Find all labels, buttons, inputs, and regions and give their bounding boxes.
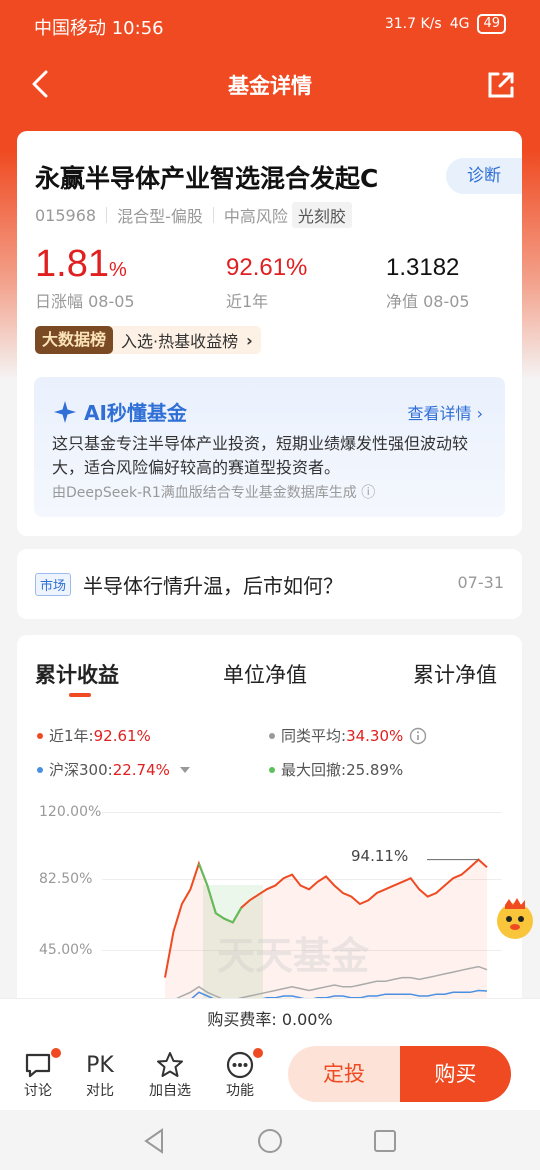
fund-type: 混合型-偏股 xyxy=(117,207,203,226)
ai-title: AI秒懂基金 xyxy=(84,401,187,425)
star-icon xyxy=(157,1052,183,1077)
discuss-button[interactable]: 讨论 xyxy=(13,1048,63,1100)
peak-annotation: 94.11% xyxy=(351,847,409,865)
add-favorite-label: 加自选 xyxy=(149,1083,191,1099)
network-type: 4G xyxy=(449,16,470,32)
nav-recents-icon[interactable] xyxy=(373,1129,397,1153)
watermark: 天天基金 xyxy=(217,934,370,978)
nav-bar: 基金详情 xyxy=(0,56,540,112)
functions-button[interactable]: 功能 xyxy=(215,1048,265,1100)
buy-button[interactable]: 购买 xyxy=(400,1046,511,1102)
nav-home-icon[interactable] xyxy=(257,1128,283,1154)
diagnose-button[interactable]: 诊断 xyxy=(446,158,522,194)
discuss-label: 讨论 xyxy=(24,1083,52,1099)
status-bar: 中国移动 10:56 31.7 K/s 4G 49 xyxy=(0,0,540,52)
more-icon xyxy=(226,1051,254,1079)
news-date: 07-31 xyxy=(457,573,505,592)
fund-tags: 015968 混合型-偏股 中高风险 光刻胶 xyxy=(35,202,352,228)
auto-invest-button[interactable]: 定投 xyxy=(288,1046,400,1102)
notification-dot xyxy=(51,1048,61,1058)
page-title: 基金详情 xyxy=(228,74,312,98)
daily-change-unit: % xyxy=(108,259,127,281)
nav-back-icon[interactable] xyxy=(142,1128,166,1154)
ai-details-link[interactable]: 查看详情 › xyxy=(408,400,484,424)
system-navigation-bar xyxy=(0,1110,540,1170)
ai-summary-box: AI秒懂基金 查看详情 › 这只基金专注半导体产业投资，短期业绩爆发性强但波动较… xyxy=(34,377,505,517)
notification-dot xyxy=(253,1048,263,1058)
mascot-icon[interactable] xyxy=(491,895,539,943)
one-year-label: 近1年 xyxy=(226,292,269,311)
compare-button[interactable]: PK 对比 xyxy=(75,1050,125,1100)
rank-text: 入选·热基收益榜 xyxy=(121,332,239,351)
chevron-right-icon: › xyxy=(246,330,253,350)
news-tag: 市场 xyxy=(35,573,72,596)
rank-badge[interactable]: 大数据榜 入选·热基收益榜 › xyxy=(35,326,261,354)
sparkle-icon xyxy=(54,400,76,423)
net-value: 1.3182 净值 08-05 xyxy=(386,254,470,312)
fund-risk: 中高风险 xyxy=(223,207,288,226)
add-favorite-button[interactable]: 加自选 xyxy=(145,1050,195,1100)
pk-icon: PK xyxy=(86,1052,114,1078)
daily-change: 1.81% 日涨幅 08-05 xyxy=(35,243,135,312)
fund-summary-card: 永赢半导体产业智选混合发起C 诊断 015968 混合型-偏股 中高风险 光刻胶… xyxy=(17,131,522,536)
net-value-number: 1.3182 xyxy=(386,254,460,281)
chat-icon xyxy=(25,1053,51,1078)
battery-indicator: 49 xyxy=(477,14,506,34)
news-card[interactable]: 市场 半导体行情升温，后市如何？ 07-31 xyxy=(17,549,522,619)
fund-name: 永赢半导体产业智选混合发起C xyxy=(35,164,379,193)
compare-label: 对比 xyxy=(86,1083,114,1099)
performance-chart-card: 累计收益 单位净值 累计净值 近1年: 92.61% 同类平均: 34.30% … xyxy=(17,635,533,1035)
share-icon[interactable] xyxy=(486,70,516,100)
ai-footnote: 由DeepSeek-R1满血版结合专业基金数据库生成 ⓘ xyxy=(52,485,376,501)
fund-concept-tag[interactable]: 光刻胶 xyxy=(291,202,352,228)
daily-change-label: 日涨幅 08-05 xyxy=(35,292,135,311)
fund-code: 015968 xyxy=(35,205,97,225)
bottom-action-bar: 讨论 PK 对比 加自选 功能 定投 购买 xyxy=(0,1040,540,1110)
rank-tag: 大数据榜 xyxy=(35,326,114,354)
daily-change-value: 1.81 xyxy=(35,243,109,285)
one-year-value: 92.61% xyxy=(226,254,308,281)
news-title: 半导体行情升温，后市如何？ xyxy=(83,574,343,598)
ai-summary-text: 这只基金专注半导体产业投资，短期业绩爆发性强但波动较大，适合风险偏好较高的赛道型… xyxy=(52,434,469,477)
net-value-label: 净值 08-05 xyxy=(386,292,470,311)
carrier-time: 中国移动 10:56 xyxy=(34,18,164,39)
functions-label: 功能 xyxy=(226,1083,254,1099)
one-year-return: 92.61% 近1年 xyxy=(226,254,307,312)
purchase-fee: 购买费率: 0.00% xyxy=(0,998,540,1040)
net-speed: 31.7 K/s xyxy=(384,16,442,32)
